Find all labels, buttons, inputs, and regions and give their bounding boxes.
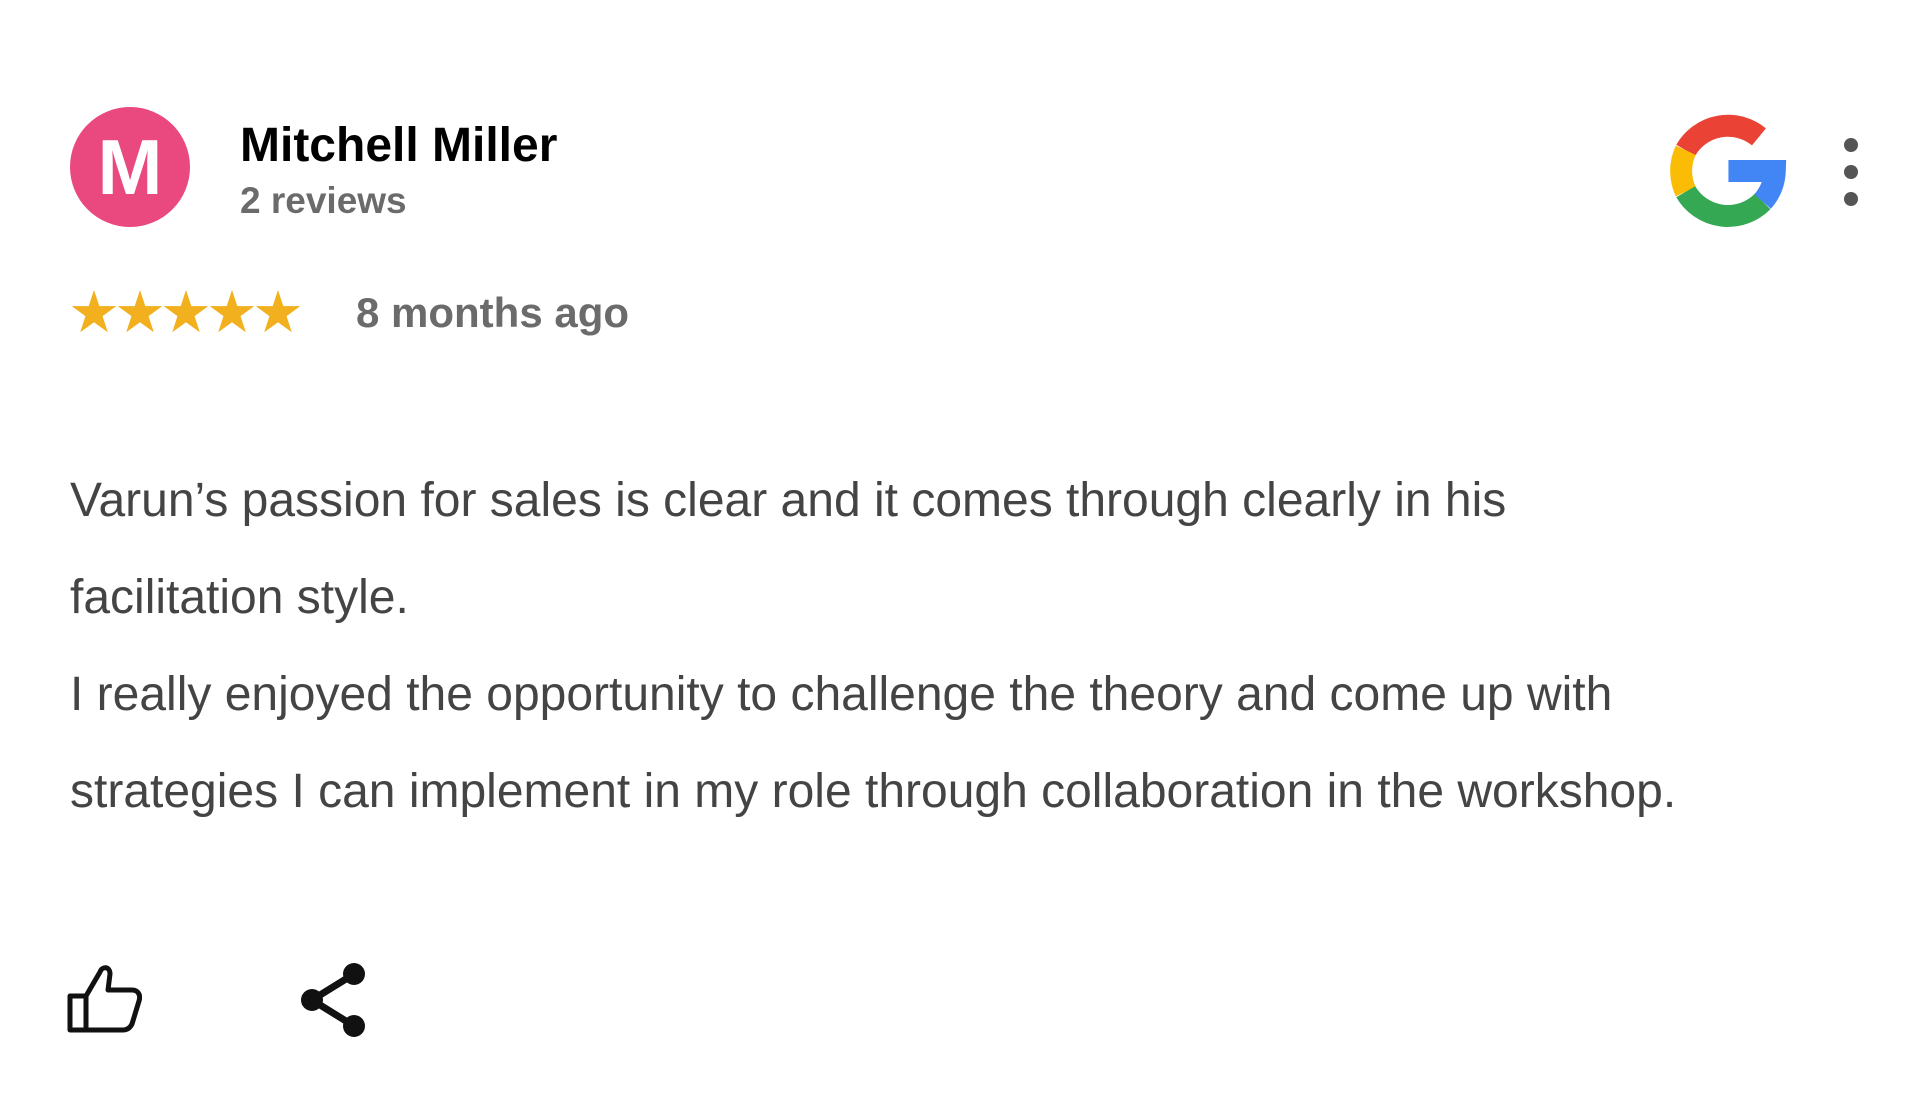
review-line: Varun’s passion for sales is clear and i… xyxy=(70,474,1507,527)
review-date: 8 months ago xyxy=(356,289,630,336)
review-text: Varun’s passion for sales is clear and i… xyxy=(70,452,1870,840)
star-icon: ★ xyxy=(114,278,166,346)
review-paragraph: Varun’s passion for sales is clear and i… xyxy=(70,452,1870,646)
google-g-icon xyxy=(1670,114,1787,227)
review-card: M Mitchell Miller 2 reviews ★ ★ ★ ★ ★ 8 mont… xyxy=(0,0,1920,1100)
review-line: I really enjoyed the opportunity to chal… xyxy=(70,668,1613,721)
review-count[interactable]: 2 reviews xyxy=(240,180,407,222)
star-icon: ★ xyxy=(206,278,258,346)
more-vertical-icon-dot-3 xyxy=(1844,192,1858,206)
more-options-button[interactable] xyxy=(1836,132,1866,212)
star-icon: ★ xyxy=(252,278,304,346)
review-line: strategies I can implement in my role th… xyxy=(70,765,1677,818)
review-paragraph: I really enjoyed the opportunity to chal… xyxy=(70,646,1870,840)
more-vertical-icon-dot-2 xyxy=(1844,165,1858,179)
star-icon: ★ xyxy=(160,278,212,346)
thumbs-up-icon[interactable] xyxy=(66,958,142,1034)
reviewer-name[interactable]: Mitchell Miller xyxy=(240,118,557,173)
avatar: M xyxy=(70,107,190,227)
review-line: facilitation style. xyxy=(70,571,409,624)
more-vertical-icon-dot-1 xyxy=(1844,138,1858,152)
avatar-initial: M xyxy=(97,123,163,211)
star-rating: ★ ★ ★ ★ ★ xyxy=(68,278,304,346)
share-icon[interactable] xyxy=(300,960,370,1040)
star-icon: ★ xyxy=(68,278,120,346)
